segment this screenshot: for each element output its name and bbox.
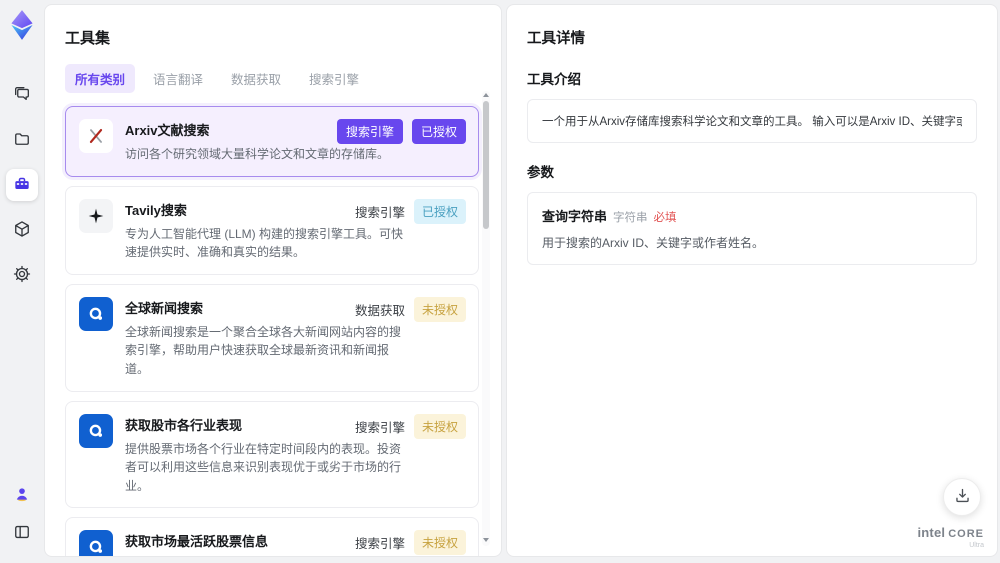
tool-card[interactable]: Arxiv文献搜索 访问各个研究领域大量科学论文和文章的存储库。 搜索引擎 已授权 — [65, 106, 479, 177]
collapse-panel-icon — [12, 522, 32, 545]
tab-数据获取[interactable]: 数据获取 — [221, 64, 291, 93]
intro-text: 一个用于从Arxiv存储库搜索科学论文和文章的工具。 输入可以是Arxiv ID… — [542, 116, 962, 128]
tool-badges: 搜索引擎 已授权 — [336, 119, 466, 144]
scrollbar-down-arrow-icon[interactable] — [483, 538, 489, 542]
tool-badges: 搜索引擎 未授权 — [354, 530, 466, 556]
tavily-star-icon — [79, 198, 113, 233]
user-icon — [12, 484, 32, 507]
tool-detail-panel: 工具详情 工具介绍 一个用于从Arxiv存储库搜索科学论文和文章的工具。 输入可… — [506, 4, 998, 557]
tool-card[interactable]: 全球新闻搜索 全球新闻搜索是一个聚合全球各大新闻网站内容的搜索引擎，帮助用户快速获… — [65, 283, 479, 392]
global-news-icon — [79, 296, 113, 331]
status-badge: 已授权 — [411, 119, 466, 144]
tool-description: 提供股票市场各个行业在特定时间段内的表现。投资者可以利用这些信息来识别表现优于或… — [125, 441, 402, 493]
tool-description: 提供当天交易量最高的股票列表，投资者可以利用这些信息来识别流动性强的股票和潜在的… — [125, 556, 407, 557]
intel-wordmark: intel — [917, 524, 946, 540]
sidebar-nav — [6, 79, 38, 291]
sidebar-item-folder[interactable] — [6, 124, 38, 156]
detail-title: 工具详情 — [527, 31, 585, 47]
tool-description: 全球新闻搜索是一个聚合全球各大新闻网站内容的搜索引擎，帮助用户快速获取全球最新资… — [125, 324, 402, 376]
sidebar-item-chat[interactable] — [6, 79, 38, 111]
scrollbar-thumb[interactable] — [483, 101, 489, 229]
tool-badges: 搜索引擎 已授权 — [354, 198, 466, 224]
sidebar-item-package[interactable] — [6, 214, 38, 246]
intro-box: 一个用于从Arxiv存储库搜索科学论文和文章的工具。 输入可以是Arxiv ID… — [527, 99, 977, 143]
intel-core-logo: intel CORE Ultra — [917, 525, 984, 549]
params-section-title: 参数 — [527, 165, 554, 180]
parameter-header: 查询字符串 字符串 必填 — [542, 206, 962, 225]
status-badge: 未授权 — [413, 296, 466, 322]
download-icon — [953, 486, 972, 508]
sidebar-item-collapse-panel[interactable] — [6, 517, 38, 549]
package-icon — [12, 219, 32, 242]
settings-icon — [12, 264, 32, 287]
toolbox-icon — [12, 174, 32, 197]
parameter-type: 字符串 — [613, 212, 648, 224]
parameter-required-badge: 必填 — [653, 212, 677, 224]
tab-搜索引擎[interactable]: 搜索引擎 — [299, 64, 369, 93]
tool-card[interactable]: 获取市场最活跃股票信息提供当天交易量最高的股票列表，投资者可以利用这些信息来识别… — [65, 517, 479, 557]
scrollbar-up-arrow-icon[interactable] — [483, 93, 489, 97]
stock-sector-icon — [79, 413, 113, 448]
status-badge: 未授权 — [413, 530, 466, 556]
folder-icon — [12, 129, 32, 152]
sidebar-item-settings[interactable] — [6, 259, 38, 291]
arxiv-logo-icon — [79, 119, 113, 153]
tool-card[interactable]: Tavily搜索 专为人工智能代理 (LLM) 构建的搜索引擎工具。可快速提供实时… — [65, 185, 479, 275]
app: { "colors": { "accent": "#6847ee", "acce… — [0, 0, 1000, 563]
sidebar-item-user[interactable] — [6, 479, 38, 511]
download-button[interactable] — [943, 478, 981, 516]
status-badge: 未授权 — [413, 413, 466, 439]
page-title: 工具集 — [65, 30, 111, 47]
tab-语言翻译[interactable]: 语言翻译 — [143, 64, 213, 93]
category-badge: 数据获取 — [354, 303, 405, 318]
chat-icon — [12, 84, 32, 107]
tool-list-panel: 工具集 所有类别 语言翻译 数据获取 搜索引擎 Arxiv文献搜索 访问各个研究领域大量… — [44, 4, 502, 557]
category-badge: 搜索引擎 — [354, 420, 405, 435]
tool-description: 访问各个研究领域大量科学论文和文章的存储库。 — [125, 147, 390, 161]
tool-card[interactable]: 获取股市各行业表现 提供股票市场各个行业在特定时间段内的表现。投资者可以利用这些信… — [65, 400, 479, 509]
core-wordmark: CORE — [948, 527, 984, 540]
category-tabs: 所有类别 语言翻译 数据获取 搜索引擎 — [65, 64, 501, 93]
active-stocks-icon — [79, 530, 113, 556]
tool-badges: 数据获取 未授权 — [354, 296, 466, 322]
category-badge: 搜索引擎 — [354, 205, 405, 220]
status-badge: 已授权 — [413, 198, 466, 224]
category-badge: 搜索引擎 — [354, 537, 405, 552]
tool-badges: 搜索引擎 未授权 — [354, 413, 466, 439]
parameter-card: 查询字符串 字符串 必填 用于搜索的Arxiv ID、关键字或作者姓名。 — [527, 192, 977, 265]
parameter-name: 查询字符串 — [542, 209, 608, 224]
category-badge: 搜索引擎 — [336, 119, 403, 144]
scrollbar[interactable] — [482, 91, 490, 546]
app-logo-icon — [4, 7, 40, 43]
tab-所有类别[interactable]: 所有类别 — [65, 64, 136, 93]
tool-description: 专为人工智能代理 (LLM) 构建的搜索引擎工具。可快速提供实时、准确和真实的结… — [125, 226, 404, 260]
sidebar — [0, 0, 44, 563]
parameter-description: 用于搜索的Arxiv ID、关键字或作者姓名。 — [542, 236, 765, 250]
tool-card-list: Arxiv文献搜索 访问各个研究领域大量科学论文和文章的存储库。 搜索引擎 已授权 Ta… — [65, 106, 479, 557]
sidebar-item-toolbox[interactable] — [6, 169, 38, 201]
intro-section-title: 工具介绍 — [527, 72, 581, 87]
ultra-wordmark: Ultra — [969, 541, 984, 549]
sidebar-bottom-nav — [6, 479, 38, 549]
